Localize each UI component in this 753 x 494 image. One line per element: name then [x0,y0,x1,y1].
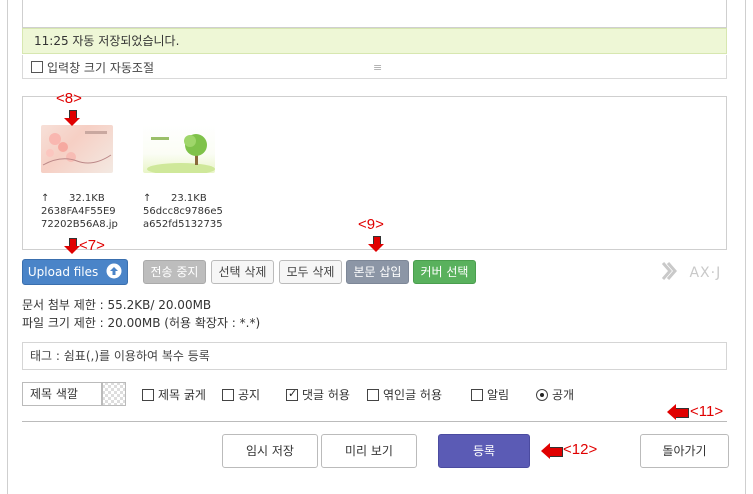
file-thumbnail[interactable] [143,125,215,173]
alarm-label: 알림 [487,388,510,402]
upload-files-button[interactable]: Upload files [22,259,128,285]
back-button[interactable]: 돌아가기 [640,434,729,468]
annotation-arrow-11-icon [667,404,689,420]
title-color-select[interactable]: 제목 색깔 [22,382,102,406]
tag-input[interactable]: 태그 : 쉼표(,)를 이용하여 복수 등록 [22,342,727,370]
annotation-8: <8> [56,90,82,107]
notice-checkbox[interactable] [222,389,234,401]
submit-button[interactable]: 등록 [438,434,530,468]
file-size-limit: 파일 크기 제한 : 20.00MB (허용 확장자 : *.*) [22,316,261,330]
file-name-line1: 56dcc8c9786e5 [143,206,223,217]
file-name-line1: 2638FA4F55E9 [41,206,116,217]
divider [22,421,727,422]
annotation-arrow-9-icon [368,236,384,252]
axj-logo-text: AX·J [689,265,722,281]
resize-handle-icon[interactable]: ≡ [373,61,382,74]
cloud-upload-icon [106,263,122,279]
annotation-11: <11> [690,403,724,420]
auto-resize-label: 입력창 크기 자동조절 [47,61,154,75]
document-limit: 문서 첨부 제한 : 55.2KB/ 20.00MB [22,298,212,312]
color-swatch-picker[interactable] [102,382,126,406]
upload-files-label: Upload files [27,265,99,279]
notice-label: 공지 [238,388,261,402]
axj-logo-icon [661,262,677,280]
file-name-line2: a652fd5132735 [143,219,223,230]
allow-comment-label: 댓글 허용 [302,388,350,402]
annotation-arrow-7-icon [64,238,80,254]
allow-comment-checkbox[interactable] [286,387,298,401]
auto-resize-row: 입력창 크기 자동조절 ≡ [22,55,727,79]
annotation-arrow-8-icon [64,110,80,126]
alarm-checkbox[interactable] [471,389,483,401]
annotation-7: <7> [79,237,105,254]
delete-selected-button[interactable]: 선택 삭제 [211,260,274,284]
upload-arrow-icon: ↑ [41,193,50,204]
select-cover-button[interactable]: 커버 선택 [413,260,476,284]
public-option[interactable]: 공개 [536,386,574,403]
bold-title-option[interactable]: 제목 굵게 [142,386,206,403]
file-thumbnail[interactable] [41,125,113,173]
allow-trackback-label: 엮인글 허용 [383,388,443,402]
delete-all-button[interactable]: 모두 삭제 [279,260,342,284]
allow-trackback-checkbox[interactable] [367,389,379,401]
file-meta: ↑ 32.1KB 2638FA4F55E9 72202B56A8.jp [41,192,141,231]
attachment-limits: 문서 첨부 제한 : 55.2KB/ 20.00MB 파일 크기 제한 : 20… [22,296,260,332]
axj-logo: AX·J [661,262,722,281]
notice-option[interactable]: 공지 [222,386,260,403]
annotation-12: <12> [563,441,598,458]
annotation-arrow-12-icon [541,443,563,459]
editor-body[interactable] [22,0,727,28]
alarm-option[interactable]: 알림 [471,386,509,403]
file-name-line2: 72202B56A8.jp [41,219,118,230]
annotation-9: <9> [358,216,384,233]
public-label: 공개 [552,388,575,402]
public-radio[interactable] [536,389,548,401]
autosave-status: 11:25 자동 저장되었습니다. [22,28,727,54]
upload-arrow-icon: ↑ [143,193,152,204]
temp-save-button[interactable]: 임시 저장 [222,434,318,468]
file-meta: ↑ 23.1KB 56dcc8c9786e5 a652fd5132735 [143,192,243,231]
post-options: 제목 색깔 제목 굵게 공지 댓글 허용 엮인글 허용 알림 공개 [22,382,727,408]
bold-title-checkbox[interactable] [142,389,154,401]
insert-body-button[interactable]: 본문 삽입 [346,260,409,284]
auto-resize-checkbox[interactable] [31,61,43,73]
file-size: 23.1KB [171,193,207,204]
allow-comment-option[interactable]: 댓글 허용 [286,386,350,403]
cancel-upload-button[interactable]: 전송 중지 [143,260,206,284]
preview-button[interactable]: 미리 보기 [321,434,417,468]
bold-title-label: 제목 굵게 [158,388,206,402]
allow-trackback-option[interactable]: 엮인글 허용 [367,386,442,403]
file-size: 32.1KB [69,193,105,204]
